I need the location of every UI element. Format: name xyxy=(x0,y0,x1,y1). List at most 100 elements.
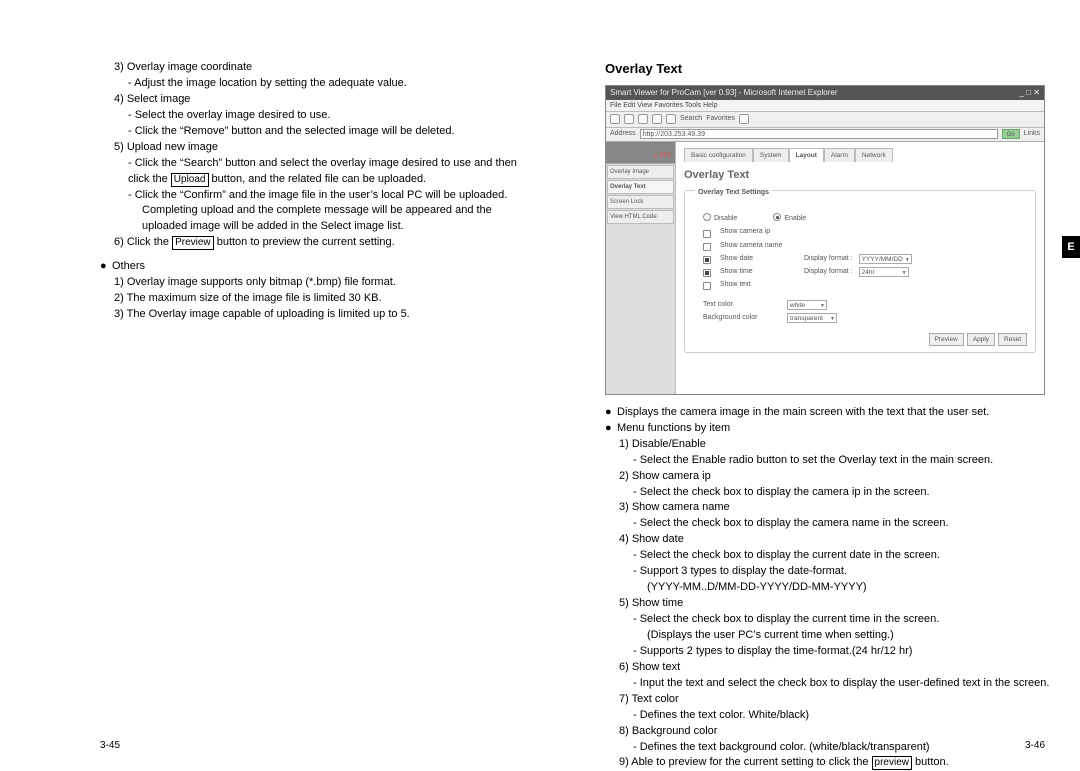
sidebar-item-view-html[interactable]: View HTML Code xyxy=(607,210,674,224)
others-2: 2) The maximum size of the image file is… xyxy=(100,291,520,307)
window-title: Smart Viewer for ProCam [ver 0.93] - Mic… xyxy=(610,87,837,99)
r-item-4: 4) Show date xyxy=(605,532,1050,548)
r-item-4a: - Select the check box to display the cu… xyxy=(605,548,1050,564)
screenshot: Smart Viewer for ProCam [ver 0.93] - Mic… xyxy=(605,85,1045,395)
upload-button-box: Upload xyxy=(171,173,209,187)
browser-toolbar[interactable]: Search Favorites xyxy=(606,112,1044,128)
go-button[interactable]: Go xyxy=(1002,129,1020,139)
preview-button-box-2: preview xyxy=(872,756,912,770)
item-5c: Completing upload and the complete messa… xyxy=(100,203,520,235)
time-format-label: Display format : xyxy=(804,267,853,277)
chk-show-text[interactable] xyxy=(703,282,711,290)
r-item-5b: (Displays the user PC’s current time whe… xyxy=(605,628,1050,644)
panel-title: Overlay Text xyxy=(684,168,1036,184)
r-item-6a: - Input the text and select the check bo… xyxy=(605,676,1050,692)
apply-button[interactable]: Apply xyxy=(967,333,995,346)
tab-layout[interactable]: Layout xyxy=(789,148,824,162)
section-title: Overlay Text xyxy=(605,60,1050,79)
rec-indicator: ● REC xyxy=(654,152,672,161)
settings-group: Overlay Text Settings Disable Enable Sho… xyxy=(684,190,1036,353)
address-label: Address xyxy=(610,129,636,139)
tab-network[interactable]: Network xyxy=(855,148,893,162)
text-color-label: Text color xyxy=(703,300,781,310)
r-item-9-post: button. xyxy=(912,756,949,768)
chk-camera-ip-label: Show camera ip xyxy=(720,227,770,237)
r-item-5: 5) Show time xyxy=(605,596,1050,612)
sidebar-item-overlay-image[interactable]: Overlay Image xyxy=(607,165,674,179)
r-item-5a: - Select the check box to display the cu… xyxy=(605,612,1050,628)
r-item-2a: - Select the check box to display the ca… xyxy=(605,485,1050,501)
item-5a-post: button, and the related file can be uplo… xyxy=(209,173,427,185)
refresh-icon[interactable] xyxy=(652,114,662,124)
back-icon[interactable] xyxy=(610,114,620,124)
chk-camera-name-label: Show camera name xyxy=(720,241,782,251)
date-format-label: Display format : xyxy=(804,254,853,264)
r-item-8: 8) Background color xyxy=(605,724,1050,740)
date-format-select[interactable]: YYYY/MM/DD xyxy=(859,254,912,264)
r-item-6: 6) Show text xyxy=(605,660,1050,676)
menu-bar[interactable]: File Edit View Favorites Tools Help xyxy=(606,100,1044,112)
radio-enable[interactable] xyxy=(773,213,781,221)
camera-preview: ● REC xyxy=(606,142,675,164)
r-item-2: 2) Show camera ip xyxy=(605,469,1050,485)
time-format-select[interactable]: 24hr xyxy=(859,267,909,277)
tab-system[interactable]: System xyxy=(753,148,789,162)
address-input[interactable]: http://203.253.49.39 xyxy=(640,129,998,139)
preview-button-box: Preview xyxy=(172,236,214,250)
media-icon[interactable] xyxy=(739,114,749,124)
sidebar-item-screen-lock[interactable]: Screen Lock xyxy=(607,195,674,209)
page-number-right: 3-46 xyxy=(1025,740,1045,751)
group-legend: Overlay Text Settings xyxy=(695,189,772,196)
home-icon[interactable] xyxy=(666,114,676,124)
right-column: Overlay Text Smart Viewer for ProCam [ve… xyxy=(605,60,1050,735)
reset-button[interactable]: Reset xyxy=(998,333,1027,346)
item-5: 5) Upload new image xyxy=(100,140,520,156)
r-item-3: 3) Show camera name xyxy=(605,500,1050,516)
left-column: 3) Overlay image coordinate - Adjust the… xyxy=(100,60,520,735)
page-number-left: 3-45 xyxy=(100,740,120,751)
radio-disable-label: Disable xyxy=(714,215,737,222)
stop-icon[interactable] xyxy=(638,114,648,124)
bg-color-select[interactable]: transparent xyxy=(787,313,837,323)
r-item-7a: - Defines the text color. White/black) xyxy=(605,708,1050,724)
links-label[interactable]: Links xyxy=(1024,129,1040,139)
r-item-9-pre: 9) Able to preview for the current setti… xyxy=(619,756,872,768)
favorites-label[interactable]: Favorites xyxy=(706,114,735,124)
others-heading: ●Others xyxy=(100,259,520,275)
chk-show-date[interactable] xyxy=(703,256,711,264)
tab-alarm[interactable]: Alarm xyxy=(824,148,855,162)
r-item-4b: - Support 3 types to display the date-fo… xyxy=(605,564,1050,580)
chk-camera-name[interactable] xyxy=(703,243,711,251)
forward-icon[interactable] xyxy=(624,114,634,124)
bullet-1: ●Displays the camera image in the main s… xyxy=(605,405,1050,421)
r-item-3a: - Select the check box to display the ca… xyxy=(605,516,1050,532)
r-item-1a: - Select the Enable radio button to set … xyxy=(605,453,1050,469)
window-controls[interactable]: _ □ ✕ xyxy=(1020,87,1040,99)
r-item-5c: - Supports 2 types to display the time-f… xyxy=(605,644,1050,660)
others-3: 3) The Overlay image capable of uploadin… xyxy=(100,307,520,323)
item-5a: - Click the “Search” button and select t… xyxy=(100,156,520,188)
radio-enable-label: Enable xyxy=(784,215,806,222)
chk-show-date-label: Show date xyxy=(720,254,798,264)
item-6: 6) Click the Preview button to preview t… xyxy=(100,235,520,251)
radio-disable[interactable] xyxy=(703,213,711,221)
preview-button[interactable]: Preview xyxy=(929,333,964,346)
r-item-8a: - Defines the text background color. (wh… xyxy=(605,740,1050,756)
tab-bar: Basic configuration System Layout Alarm … xyxy=(684,148,1036,162)
tab-basic[interactable]: Basic configuration xyxy=(684,148,753,162)
item-4b: - Click the “Remove” button and the sele… xyxy=(100,124,520,140)
r-item-9: 9) Able to preview for the current setti… xyxy=(605,755,1050,771)
item-3-sub: - Adjust the image location by setting t… xyxy=(100,76,520,92)
item-6-pre: 6) Click the xyxy=(114,236,172,248)
sidebar-item-overlay-text[interactable]: Overlay Text xyxy=(607,180,674,194)
side-panel: ● REC Overlay Image Overlay Text Screen … xyxy=(606,142,676,394)
item-5b: - Click the “Confirm” and the image file… xyxy=(100,188,520,204)
item-3: 3) Overlay image coordinate xyxy=(100,60,520,76)
chk-show-time[interactable] xyxy=(703,269,711,277)
search-label[interactable]: Search xyxy=(680,114,702,124)
text-color-select[interactable]: white xyxy=(787,300,827,310)
item-4a: - Select the overlay image desired to us… xyxy=(100,108,520,124)
chk-camera-ip[interactable] xyxy=(703,230,711,238)
chk-show-time-label: Show time xyxy=(720,267,798,277)
chk-show-text-label: Show text xyxy=(720,280,798,290)
